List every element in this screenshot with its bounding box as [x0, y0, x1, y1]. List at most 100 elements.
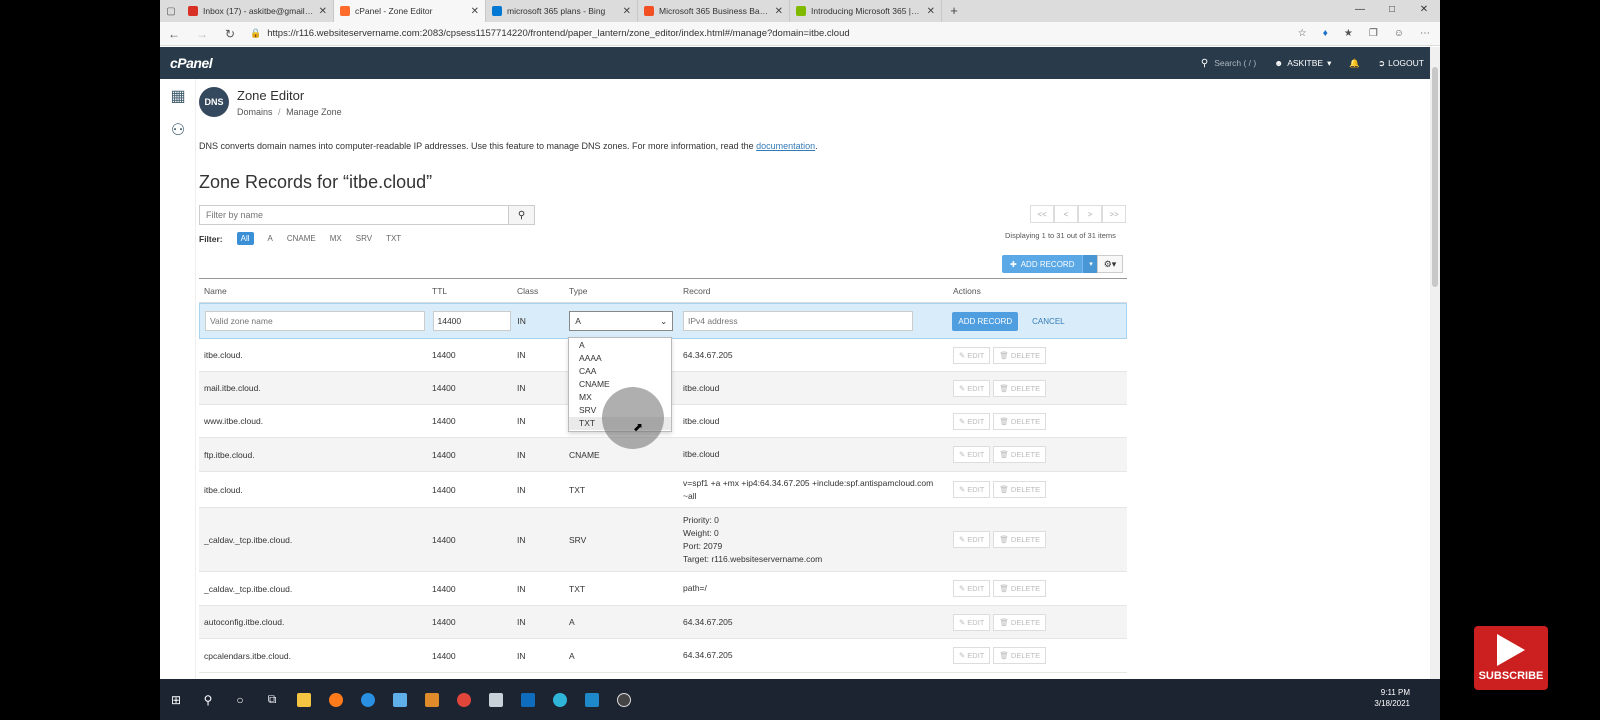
browser-tab[interactable]: Microsoft 365 Business Basic - si ✕: [638, 0, 790, 22]
extension-icon[interactable]: ♦: [1323, 28, 1328, 39]
add-record-submit-button[interactable]: ADD RECORD: [952, 311, 1019, 331]
browser-tab-active[interactable]: cPanel - Zone Editor ✕: [334, 0, 486, 22]
edit-button[interactable]: ✎ EDIT: [953, 580, 991, 597]
back-icon[interactable]: ←: [160, 27, 188, 41]
close-window-icon[interactable]: ✕: [1408, 0, 1440, 22]
edit-button[interactable]: ✎ EDIT: [953, 531, 991, 548]
delete-button[interactable]: 🗑 DELETE: [993, 580, 1047, 597]
forward-icon[interactable]: →: [188, 27, 216, 41]
documentation-link[interactable]: documentation: [756, 141, 815, 151]
delete-button[interactable]: 🗑 DELETE: [993, 412, 1047, 430]
outlook-icon[interactable]: [512, 686, 544, 714]
search-icon[interactable]: ⚲: [192, 686, 224, 714]
filter-txt[interactable]: TXT: [386, 234, 401, 243]
header-name[interactable]: Name: [199, 286, 428, 296]
browser-tab[interactable]: Introducing Microsoft 365 | Form ✕: [790, 0, 942, 22]
vertical-scrollbar[interactable]: [1430, 47, 1440, 679]
notification-bell-icon[interactable]: 🔔: [1349, 58, 1360, 69]
settings-gear-icon[interactable]: ⚙▾: [1097, 255, 1123, 273]
minimize-icon[interactable]: —: [1344, 0, 1376, 22]
filter-cname[interactable]: CNAME: [287, 234, 316, 243]
app-icon[interactable]: [608, 686, 640, 714]
favorites-icon[interactable]: ★: [1344, 28, 1353, 39]
delete-button[interactable]: 🗑 DELETE: [993, 647, 1047, 664]
zone-name-input[interactable]: [205, 311, 425, 331]
browser-tab[interactable]: microsoft 365 plans - Bing ✕: [486, 0, 638, 22]
scrollbar-thumb[interactable]: [1432, 67, 1438, 287]
app-icon[interactable]: [384, 686, 416, 714]
close-tab-icon[interactable]: ✕: [623, 6, 631, 17]
logout-button[interactable]: ➲ LOGOUT: [1378, 58, 1424, 69]
subscribe-overlay[interactable]: SUBSCRIBE: [1474, 626, 1548, 690]
maximize-icon[interactable]: □: [1376, 0, 1408, 22]
add-record-button[interactable]: ✚ ADD RECORD: [1002, 255, 1083, 273]
edit-button[interactable]: ✎ EDIT: [953, 647, 991, 664]
apps-grid-icon[interactable]: ▦: [160, 79, 196, 113]
filter-mx[interactable]: MX: [330, 234, 342, 243]
type-select[interactable]: A ⌄: [569, 311, 674, 331]
chrome-icon[interactable]: [448, 686, 480, 714]
cpanel-logo[interactable]: cPanel: [170, 55, 213, 71]
delete-button[interactable]: 🗑 DELETE: [993, 446, 1047, 463]
cortana-icon[interactable]: ○: [224, 686, 256, 714]
close-tab-icon[interactable]: ✕: [319, 6, 327, 17]
firefox-icon[interactable]: [320, 686, 352, 714]
close-tab-icon[interactable]: ✕: [927, 6, 935, 17]
first-page-button[interactable]: <<: [1030, 205, 1054, 223]
profile-icon[interactable]: ☺: [1394, 28, 1404, 39]
type-option-caa[interactable]: CAA: [569, 365, 671, 378]
edit-button[interactable]: ✎ EDIT: [953, 613, 991, 631]
browser-tab[interactable]: Inbox (17) - askitbe@gmail.com ✕: [182, 0, 334, 22]
refresh-icon[interactable]: ↻: [216, 27, 244, 41]
search-icon[interactable]: ⚲: [508, 206, 534, 224]
collections-icon[interactable]: ❐: [1369, 28, 1378, 39]
edit-button[interactable]: ✎ EDIT: [953, 481, 991, 498]
last-page-button[interactable]: >>: [1102, 205, 1126, 223]
delete-button[interactable]: 🗑 DELETE: [993, 481, 1047, 498]
new-tab-button[interactable]: +: [942, 0, 966, 22]
edit-button[interactable]: ✎ EDIT: [953, 446, 991, 463]
task-view-icon[interactable]: ⧉: [256, 686, 288, 714]
users-icon[interactable]: ⚇: [160, 113, 196, 147]
close-tab-icon[interactable]: ✕: [471, 6, 479, 17]
app-icon[interactable]: [480, 686, 512, 714]
app-icon[interactable]: [576, 686, 608, 714]
cancel-button[interactable]: CANCEL: [1032, 317, 1064, 326]
filter-input[interactable]: [200, 206, 508, 224]
edge-icon[interactable]: [544, 686, 576, 714]
taskbar-clock[interactable]: 9:11 PM 3/18/2021: [1374, 687, 1410, 709]
delete-button[interactable]: 🗑 DELETE: [993, 379, 1047, 397]
ttl-input[interactable]: [432, 311, 511, 331]
record-input[interactable]: [682, 311, 913, 331]
delete-button[interactable]: 🗑 DELETE: [993, 531, 1047, 548]
internet-explorer-icon[interactable]: [352, 686, 384, 714]
edit-button[interactable]: ✎ EDIT: [953, 412, 991, 430]
more-icon[interactable]: ⋯: [1420, 28, 1430, 39]
windows-start-icon[interactable]: ⊞: [160, 686, 192, 714]
header-ttl[interactable]: TTL: [428, 286, 513, 296]
filter-all[interactable]: All: [236, 232, 254, 245]
edit-button[interactable]: ✎ EDIT: [953, 346, 991, 364]
breadcrumb-domains[interactable]: Domains: [237, 107, 273, 117]
delete-button[interactable]: 🗑 DELETE: [993, 346, 1047, 364]
header-class[interactable]: Class: [513, 286, 565, 296]
url-field[interactable]: 🔒 https://r116.websiteservername.com:208…: [244, 28, 1298, 39]
file-explorer-icon[interactable]: [288, 686, 320, 714]
type-option-aaaa[interactable]: AAAA: [569, 352, 671, 365]
filter-a[interactable]: A: [268, 234, 273, 243]
type-filter-row: Filter: All A CNAME MX SRV TXT: [199, 232, 401, 245]
next-page-button[interactable]: >: [1078, 205, 1102, 223]
header-record[interactable]: Record: [679, 286, 949, 296]
cpanel-search[interactable]: ⚲ Search ( / ): [1201, 58, 1256, 69]
header-type[interactable]: Type: [565, 286, 679, 296]
filter-srv[interactable]: SRV: [356, 234, 372, 243]
favorite-star-icon[interactable]: ☆: [1298, 28, 1307, 39]
tab-actions-icon[interactable]: ▢: [160, 0, 182, 22]
type-option-a[interactable]: A: [569, 339, 671, 352]
app-icon[interactable]: [416, 686, 448, 714]
prev-page-button[interactable]: <: [1054, 205, 1078, 223]
user-menu[interactable]: ☻ ASKITBE ▾: [1274, 58, 1331, 69]
close-tab-icon[interactable]: ✕: [775, 6, 783, 17]
edit-button[interactable]: ✎ EDIT: [953, 379, 991, 397]
delete-button[interactable]: 🗑 DELETE: [993, 613, 1047, 631]
